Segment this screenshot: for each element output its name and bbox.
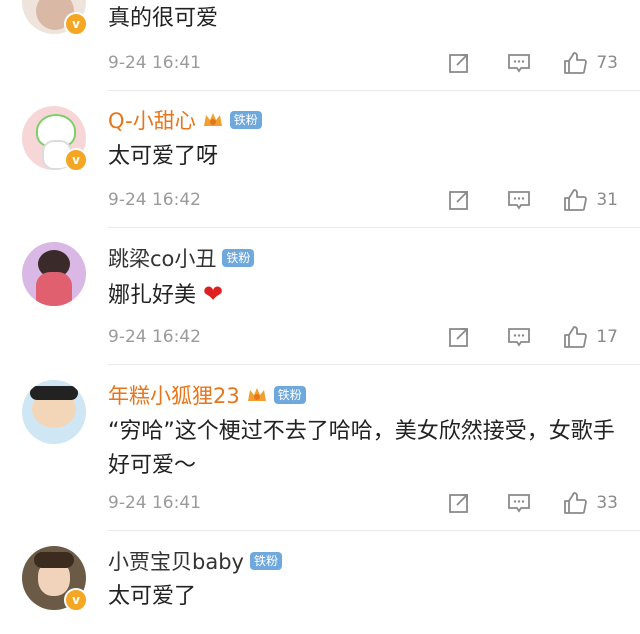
like-count: 31 [596,190,618,210]
comment-text: “穷哈”这个梗过不去了哈哈，美女欣然接受，女歌手好可爱～ [108,419,615,478]
divider [108,364,640,365]
reply-button[interactable] [506,324,532,350]
fan-badge: 铁粉 [222,249,255,267]
author-row: 跳梁co小丑 铁粉 [108,243,255,273]
vip-crown-icon [247,388,266,401]
author-row: Q-小甜心 铁粉 [108,105,262,135]
reply-button[interactable] [506,187,532,213]
author-name[interactable]: 年糕小狐狸23 [108,380,240,410]
fan-badge: 铁粉 [249,552,282,570]
like-count: 73 [596,53,618,73]
heart-emoji-icon: ❤ [203,280,224,308]
avatar[interactable] [22,380,86,444]
comment-actions: 31 [446,187,618,213]
like-count: 33 [596,493,618,513]
repost-button[interactable] [446,490,472,516]
verified-badge-icon: v [64,588,88,612]
author-row: 小贾宝贝baby 铁粉 [108,546,282,576]
avatar[interactable]: v [22,0,88,36]
divider [108,530,640,531]
author-row: 年糕小狐狸23 铁粉 [108,380,306,410]
avatar[interactable]: v [22,546,88,612]
divider [108,90,640,91]
comment-text-content: 娜扎好美 [108,283,197,308]
fan-badge: 铁粉 [229,111,262,129]
comment-text: 太可爱了呀 [108,144,219,169]
thumbs-up-icon [564,52,588,74]
like-button[interactable]: 17 [562,324,618,350]
thumbs-up-icon [564,326,588,348]
repost-icon [449,191,469,210]
like-button[interactable]: 33 [562,490,618,516]
thumbs-up-icon [564,189,588,211]
author-name[interactable]: Q-小甜心 [108,105,196,135]
comment-actions: 33 [446,490,618,516]
repost-icon [449,494,469,513]
comment-actions: 73 [446,50,618,76]
thumbs-up-icon [564,492,588,514]
fan-badge: 铁粉 [273,386,306,404]
avatar[interactable]: v [22,106,88,172]
like-count: 17 [596,327,618,347]
author-name[interactable]: 跳梁co小丑 [108,243,216,273]
comment-text: 娜扎好美 ❤ [108,277,616,313]
comment-icon [508,54,531,73]
comment-actions: 17 [446,324,618,350]
comment-icon [508,328,531,347]
comment-time: 9-24 16:42 [108,327,201,347]
comment-text: 太可爱了 [108,584,197,609]
author-name[interactable]: 小贾宝贝baby [108,546,244,576]
repost-button[interactable] [446,324,472,350]
like-button[interactable]: 73 [562,50,618,76]
like-button[interactable]: 31 [562,187,618,213]
vip-crown-icon [203,113,222,126]
reply-button[interactable] [506,50,532,76]
comment-icon [508,191,531,210]
repost-button[interactable] [446,50,472,76]
comment-time: 9-24 16:41 [108,53,201,73]
repost-button[interactable] [446,187,472,213]
verified-badge-icon: v [64,12,88,36]
avatar[interactable] [22,242,86,306]
comment-time: 9-24 16:42 [108,190,201,210]
divider [108,227,640,228]
repost-icon [449,328,469,347]
comment-icon [508,494,531,513]
reply-button[interactable] [506,490,532,516]
repost-icon [449,54,469,73]
comment-text: 真的很可爱 [108,6,219,31]
comment-time: 9-24 16:41 [108,493,201,513]
verified-badge-icon: v [64,148,88,172]
